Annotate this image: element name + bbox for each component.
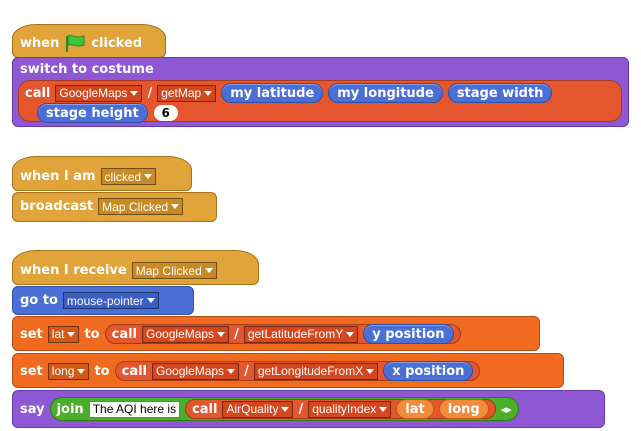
expand-arrows-icon[interactable]: ◂▸ bbox=[501, 403, 512, 416]
set-long-block[interactable]: set long to call GoogleMaps / getLongitu… bbox=[12, 353, 564, 388]
dropdown-arrow-icon bbox=[281, 406, 290, 412]
say-block[interactable]: say join The AQI here is call AirQuality… bbox=[12, 390, 605, 428]
dropdown-arrow-icon bbox=[171, 204, 180, 209]
join-label: join bbox=[56, 401, 84, 417]
call-googlemaps-getmap[interactable]: call GoogleMaps / getMap my latitude my … bbox=[18, 80, 622, 123]
to-label: to bbox=[94, 363, 110, 379]
function-dropdown-value: getLongitudeFromX bbox=[257, 364, 364, 378]
dropdown-arrow-icon bbox=[217, 331, 226, 337]
dropdown-arrow-icon bbox=[146, 298, 155, 303]
set-label: set bbox=[20, 326, 43, 342]
go-to-label: go to bbox=[20, 293, 58, 308]
call-getlatitude-reporter[interactable]: call GoogleMaps / getLatitudeFromY y pos… bbox=[104, 324, 461, 344]
when-i-am-label: when I am bbox=[20, 169, 96, 184]
stage-width-reporter[interactable]: stage width bbox=[447, 83, 553, 103]
dropdown-arrow-icon bbox=[379, 406, 388, 412]
dropdown-arrow-icon bbox=[366, 368, 375, 374]
text-input[interactable]: The AQI here is bbox=[88, 400, 181, 418]
variable-value-long: long bbox=[51, 364, 75, 378]
trigger-dropdown-value: clicked bbox=[104, 169, 142, 184]
library-dropdown[interactable]: GoogleMaps bbox=[142, 325, 230, 343]
library-dropdown[interactable]: AirQuality bbox=[222, 400, 294, 418]
dropdown-arrow-icon bbox=[144, 174, 153, 179]
go-to-block[interactable]: go to mouse-pointer bbox=[12, 286, 194, 315]
lat-variable-reporter[interactable]: lat bbox=[396, 399, 434, 419]
library-dropdown-value: GoogleMaps bbox=[59, 86, 128, 100]
dropdown-arrow-icon bbox=[130, 90, 139, 96]
call-label: call bbox=[121, 363, 148, 379]
function-dropdown[interactable]: getMap bbox=[157, 84, 217, 102]
function-dropdown[interactable]: getLongitudeFromX bbox=[253, 362, 379, 380]
dropdown-arrow-icon bbox=[67, 331, 76, 337]
when-i-receive-label: when I receive bbox=[20, 263, 127, 278]
slash-label: / bbox=[244, 363, 249, 379]
dropdown-arrow-icon bbox=[346, 331, 355, 337]
my-longitude-reporter[interactable]: my longitude bbox=[328, 83, 443, 103]
call-label: call bbox=[192, 401, 218, 417]
green-flag-icon bbox=[66, 35, 85, 52]
library-dropdown[interactable]: GoogleMaps bbox=[152, 362, 240, 380]
dropdown-arrow-icon bbox=[204, 268, 213, 273]
function-dropdown-value: getLatitudeFromY bbox=[247, 327, 344, 341]
library-dropdown-value: AirQuality bbox=[226, 402, 279, 416]
variable-value-lat: lat bbox=[51, 327, 65, 341]
long-variable-reporter[interactable]: long bbox=[438, 399, 489, 419]
switch-costume-block[interactable]: switch to costume call GoogleMaps / getM… bbox=[12, 57, 629, 127]
y-position-reporter[interactable]: y position bbox=[363, 324, 454, 344]
hat-clicked-label: clicked bbox=[91, 35, 143, 51]
x-position-reporter[interactable]: x position bbox=[383, 361, 474, 381]
trigger-dropdown[interactable]: clicked bbox=[100, 168, 157, 185]
call-qualityindex-reporter[interactable]: call AirQuality / qualityIndex lat long bbox=[185, 399, 496, 419]
hat-when-label: when bbox=[20, 35, 60, 51]
library-dropdown-value: GoogleMaps bbox=[156, 364, 225, 378]
library-dropdown-value: GoogleMaps bbox=[146, 327, 215, 341]
stage-height-reporter[interactable]: stage height bbox=[37, 103, 148, 123]
variable-dropdown-long[interactable]: long bbox=[47, 362, 90, 380]
set-label: set bbox=[20, 363, 43, 379]
switch-costume-label: switch to costume bbox=[20, 62, 154, 77]
function-dropdown[interactable]: qualityIndex bbox=[308, 400, 392, 418]
zoom-number-input[interactable]: 6 bbox=[153, 105, 178, 121]
dropdown-arrow-icon bbox=[77, 368, 86, 374]
call-label: call bbox=[25, 85, 51, 101]
join-reporter[interactable]: join The AQI here is call AirQuality / q… bbox=[49, 397, 519, 421]
library-dropdown[interactable]: GoogleMaps bbox=[55, 84, 143, 102]
when-i-receive-hat[interactable]: when I receive Map Clicked bbox=[12, 250, 259, 285]
dropdown-arrow-icon bbox=[227, 368, 236, 374]
function-dropdown-value: qualityIndex bbox=[312, 402, 377, 416]
my-latitude-reporter[interactable]: my latitude bbox=[221, 83, 324, 103]
when-flag-clicked-hat[interactable]: when clicked bbox=[12, 24, 166, 58]
when-i-am-clicked-hat[interactable]: when I am clicked bbox=[12, 156, 192, 191]
to-label: to bbox=[84, 326, 100, 342]
call-label: call bbox=[111, 326, 138, 342]
function-dropdown-value: getMap bbox=[161, 86, 202, 100]
broadcast-message-dropdown[interactable]: Map Clicked bbox=[98, 198, 184, 215]
receive-message-dropdown[interactable]: Map Clicked bbox=[131, 262, 217, 279]
broadcast-label: broadcast bbox=[20, 199, 94, 214]
receive-message-value: Map Clicked bbox=[135, 263, 202, 278]
say-label: say bbox=[20, 401, 45, 417]
dropdown-arrow-icon bbox=[204, 90, 213, 96]
broadcast-block[interactable]: broadcast Map Clicked bbox=[12, 192, 217, 222]
go-to-target-dropdown[interactable]: mouse-pointer bbox=[62, 292, 159, 309]
call-getlongitude-reporter[interactable]: call GoogleMaps / getLongitudeFromX x po… bbox=[114, 361, 481, 381]
function-dropdown[interactable]: getLatitudeFromY bbox=[243, 325, 359, 343]
slash-label: / bbox=[234, 326, 239, 342]
variable-dropdown-lat[interactable]: lat bbox=[47, 325, 80, 343]
slash-label: / bbox=[147, 85, 153, 101]
go-to-target-value: mouse-pointer bbox=[66, 293, 144, 308]
slash-label: / bbox=[298, 401, 304, 417]
broadcast-message-value: Map Clicked bbox=[102, 199, 169, 214]
set-lat-block[interactable]: set lat to call GoogleMaps / getLatitude… bbox=[12, 316, 540, 351]
